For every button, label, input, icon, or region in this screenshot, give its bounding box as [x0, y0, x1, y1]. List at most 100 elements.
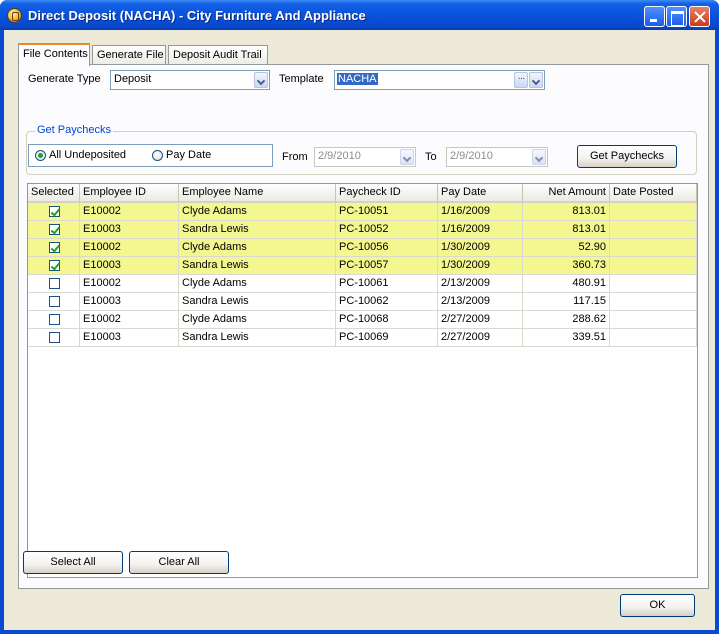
employee-id-cell: E10002	[80, 203, 179, 221]
get-paychecks-group-title: Get Paychecks	[35, 124, 113, 136]
selected-cell	[28, 257, 80, 275]
generate-type-select[interactable]: Deposit	[110, 70, 270, 90]
date-posted-cell	[610, 257, 697, 275]
paycheck-id-cell: PC-10051	[336, 203, 438, 221]
employee-name-cell: Sandra Lewis	[179, 293, 336, 311]
table-row[interactable]: E10003 Sandra Lewis PC-10052 1/16/2009 813.0…	[28, 221, 697, 239]
tab-generate-file[interactable]: Generate File	[92, 45, 166, 65]
row-select-checkbox[interactable]	[49, 296, 60, 307]
selected-cell	[28, 203, 80, 221]
date-posted-cell	[610, 329, 697, 347]
tab-deposit-audit-trail[interactable]: Deposit Audit Trail	[168, 45, 268, 65]
net-amount-cell: 339.51	[523, 329, 610, 347]
ellipsis-icon[interactable]: ···	[514, 72, 528, 88]
pay-date-cell: 2/13/2009	[438, 293, 523, 311]
tab-file-contents[interactable]: File Contents	[18, 43, 90, 66]
app-icon[interactable]	[7, 8, 22, 23]
select-all-button[interactable]: Select All	[23, 551, 123, 574]
chevron-down-icon[interactable]	[532, 149, 546, 165]
employee-id-cell: E10002	[80, 239, 179, 257]
template-select[interactable]: NACHA ···	[334, 70, 545, 90]
employee-name-cell: Clyde Adams	[179, 203, 336, 221]
column-header-date-posted[interactable]: Date Posted	[610, 184, 697, 203]
title-bar[interactable]: Direct Deposit (NACHA) - City Furniture …	[0, 0, 719, 30]
row-select-checkbox[interactable]	[49, 314, 60, 325]
row-select-checkbox[interactable]	[49, 278, 60, 289]
employee-id-cell: E10003	[80, 257, 179, 275]
column-header-employee-name[interactable]: Employee Name	[179, 184, 336, 203]
paycheck-id-cell: PC-10056	[336, 239, 438, 257]
from-label: From	[282, 151, 308, 163]
employee-name-cell: Sandra Lewis	[179, 221, 336, 239]
net-amount-cell: 288.62	[523, 311, 610, 329]
paychecks-grid[interactable]: Selected Employee ID Employee Name Paych…	[27, 183, 698, 578]
generate-type-value: Deposit	[114, 73, 152, 85]
pay-date-cell: 2/13/2009	[438, 275, 523, 293]
to-date-picker[interactable]: 2/9/2010	[446, 147, 548, 167]
row-select-checkbox[interactable]	[49, 224, 60, 235]
window-title: Direct Deposit (NACHA) - City Furniture …	[28, 8, 366, 23]
date-posted-cell	[610, 311, 697, 329]
get-paychecks-button[interactable]: Get Paychecks	[577, 145, 677, 168]
all-undeposited-radio[interactable]	[35, 150, 46, 161]
net-amount-cell: 117.15	[523, 293, 610, 311]
dialog-client-area: File Contents Generate File Deposit Audi…	[4, 30, 715, 630]
table-row[interactable]: E10003 Sandra Lewis PC-10069 2/27/2009 339.5…	[28, 329, 697, 347]
template-label: Template	[279, 73, 324, 85]
from-date-picker[interactable]: 2/9/2010	[314, 147, 416, 167]
selected-cell	[28, 275, 80, 293]
chevron-down-icon[interactable]	[254, 72, 268, 88]
pay-date-cell: 1/16/2009	[438, 221, 523, 239]
pay-date-cell: 1/30/2009	[438, 239, 523, 257]
table-row[interactable]: E10002 Clyde Adams PC-10061 2/13/2009 480.91	[28, 275, 697, 293]
table-row[interactable]: E10003 Sandra Lewis PC-10062 2/13/2009 117.1…	[28, 293, 697, 311]
table-row[interactable]: E10002 Clyde Adams PC-10056 1/30/2009 52.90	[28, 239, 697, 257]
column-header-employee-id[interactable]: Employee ID	[80, 184, 179, 203]
net-amount-cell: 480.91	[523, 275, 610, 293]
from-date-value: 2/9/2010	[318, 150, 361, 162]
employee-name-cell: Clyde Adams	[179, 239, 336, 257]
date-posted-cell	[610, 239, 697, 257]
pay-date-cell: 2/27/2009	[438, 329, 523, 347]
clear-all-button[interactable]: Clear All	[129, 551, 229, 574]
column-header-net-amount[interactable]: Net Amount	[523, 184, 610, 203]
date-posted-cell	[610, 293, 697, 311]
table-row[interactable]: E10002 Clyde Adams PC-10051 1/16/2009 813.01	[28, 203, 697, 221]
net-amount-cell: 813.01	[523, 203, 610, 221]
selected-cell	[28, 221, 80, 239]
row-select-checkbox[interactable]	[49, 332, 60, 343]
ok-button[interactable]: OK	[620, 594, 695, 617]
minimize-button[interactable]	[644, 6, 665, 27]
close-button[interactable]	[689, 6, 710, 27]
table-row[interactable]: E10002 Clyde Adams PC-10068 2/27/2009 288.62	[28, 311, 697, 329]
chevron-down-icon[interactable]	[400, 149, 414, 165]
generate-type-label: Generate Type	[28, 73, 101, 85]
chevron-down-icon[interactable]	[529, 72, 543, 88]
selected-cell	[28, 311, 80, 329]
pay-date-cell: 1/16/2009	[438, 203, 523, 221]
employee-id-cell: E10002	[80, 275, 179, 293]
paycheck-id-cell: PC-10069	[336, 329, 438, 347]
column-header-selected[interactable]: Selected	[28, 184, 80, 203]
row-select-checkbox[interactable]	[49, 242, 60, 253]
template-value[interactable]: NACHA	[337, 73, 378, 85]
column-header-pay-date[interactable]: Pay Date	[438, 184, 523, 203]
employee-id-cell: E10003	[80, 221, 179, 239]
date-posted-cell	[610, 275, 697, 293]
date-posted-cell	[610, 221, 697, 239]
all-undeposited-label[interactable]: All Undeposited	[49, 149, 126, 161]
net-amount-cell: 360.73	[523, 257, 610, 275]
column-header-paycheck-id[interactable]: Paycheck ID	[336, 184, 438, 203]
pay-date-cell: 1/30/2009	[438, 257, 523, 275]
pay-date-label[interactable]: Pay Date	[166, 149, 211, 161]
employee-id-cell: E10003	[80, 293, 179, 311]
pay-date-radio[interactable]	[152, 150, 163, 161]
row-select-checkbox[interactable]	[49, 260, 60, 271]
employee-id-cell: E10002	[80, 311, 179, 329]
maximize-button[interactable]	[666, 6, 687, 27]
employee-name-cell: Clyde Adams	[179, 311, 336, 329]
file-contents-panel: Generate Type Deposit Template NACHA ···…	[18, 64, 709, 589]
table-row[interactable]: E10003 Sandra Lewis PC-10057 1/30/2009 360.7…	[28, 257, 697, 275]
row-select-checkbox[interactable]	[49, 206, 60, 217]
grid-header: Selected Employee ID Employee Name Paych…	[28, 184, 697, 203]
